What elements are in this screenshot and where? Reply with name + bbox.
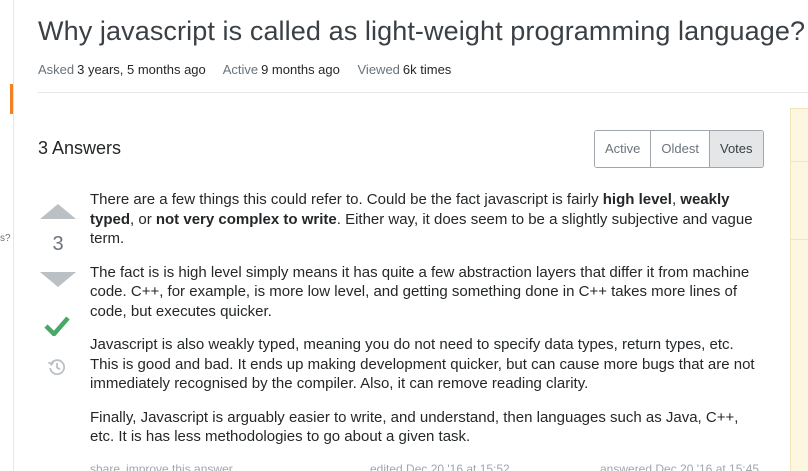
sort-tab-votes[interactable]: Votes	[708, 131, 763, 167]
viewed-label: Viewed	[357, 62, 400, 77]
viewed-value: 6k times	[402, 62, 452, 77]
answer-paragraph: Finally, Javascript is arguably easier t…	[90, 408, 758, 447]
history-clock-icon[interactable]	[47, 357, 67, 377]
share-link[interactable]: share	[90, 462, 120, 471]
answered-info: answered Dec 20 '16 at 15:45	[600, 462, 760, 471]
answer-sort-tabs: Active Oldest Votes	[594, 130, 764, 168]
answer-actions: share improve this answer	[90, 462, 239, 471]
edited-info[interactable]: edited Dec 20 '16 at 15:52	[370, 462, 510, 471]
asked-value[interactable]: 3 years, 5 months ago	[77, 62, 206, 77]
vote-up-icon[interactable]	[40, 204, 76, 219]
question-page: s? Why javascript is called as light-wei…	[0, 0, 808, 471]
answer-text: There are a few things this could refer …	[90, 191, 603, 208]
answer-paragraph: Javascript is also weakly typed, meaning…	[90, 335, 758, 394]
answer-body: There are a few things this could refer …	[90, 190, 758, 461]
right-sidebar-divider	[791, 161, 808, 162]
answers-count: 3 Answers	[38, 138, 122, 158]
vote-down-icon[interactable]	[40, 272, 76, 287]
question-title[interactable]: Why javascript is called as light-weight…	[38, 16, 805, 47]
answer-text: Javascript is also weakly typed, meaning…	[90, 336, 755, 392]
asked-label: Asked	[38, 62, 75, 77]
left-sidebar-snippet: s?	[0, 233, 11, 244]
right-sidebar-divider	[791, 239, 808, 240]
sort-tab-oldest[interactable]: Oldest	[650, 131, 709, 167]
vote-count: 3	[52, 233, 64, 255]
header-divider	[38, 92, 808, 93]
active-value[interactable]: 9 months ago	[261, 62, 340, 77]
answer-paragraph: There are a few things this could refer …	[90, 190, 758, 249]
sort-tab-active[interactable]: Active	[595, 131, 651, 167]
answer-bold-text: not very complex to write	[155, 210, 337, 228]
answer-text: , or	[130, 210, 156, 228]
right-sidebar	[790, 108, 808, 471]
answer-text: Finally, Javascript is arguably easier t…	[90, 408, 739, 446]
answer-text: The fact is is high level simply means i…	[90, 263, 750, 320]
answer-bold-text: high level	[602, 191, 672, 208]
improve-answer-link[interactable]: improve this answer	[126, 462, 233, 471]
active-label: Active	[222, 62, 259, 77]
left-sidebar-active-indicator	[10, 84, 13, 114]
answer-paragraph: The fact is is high level simply means i…	[90, 263, 758, 322]
checkmark-icon	[44, 316, 70, 336]
left-sidebar: s?	[0, 0, 14, 471]
question-meta: Asked 3 years, 5 months ago Active 9 month…	[38, 62, 465, 77]
